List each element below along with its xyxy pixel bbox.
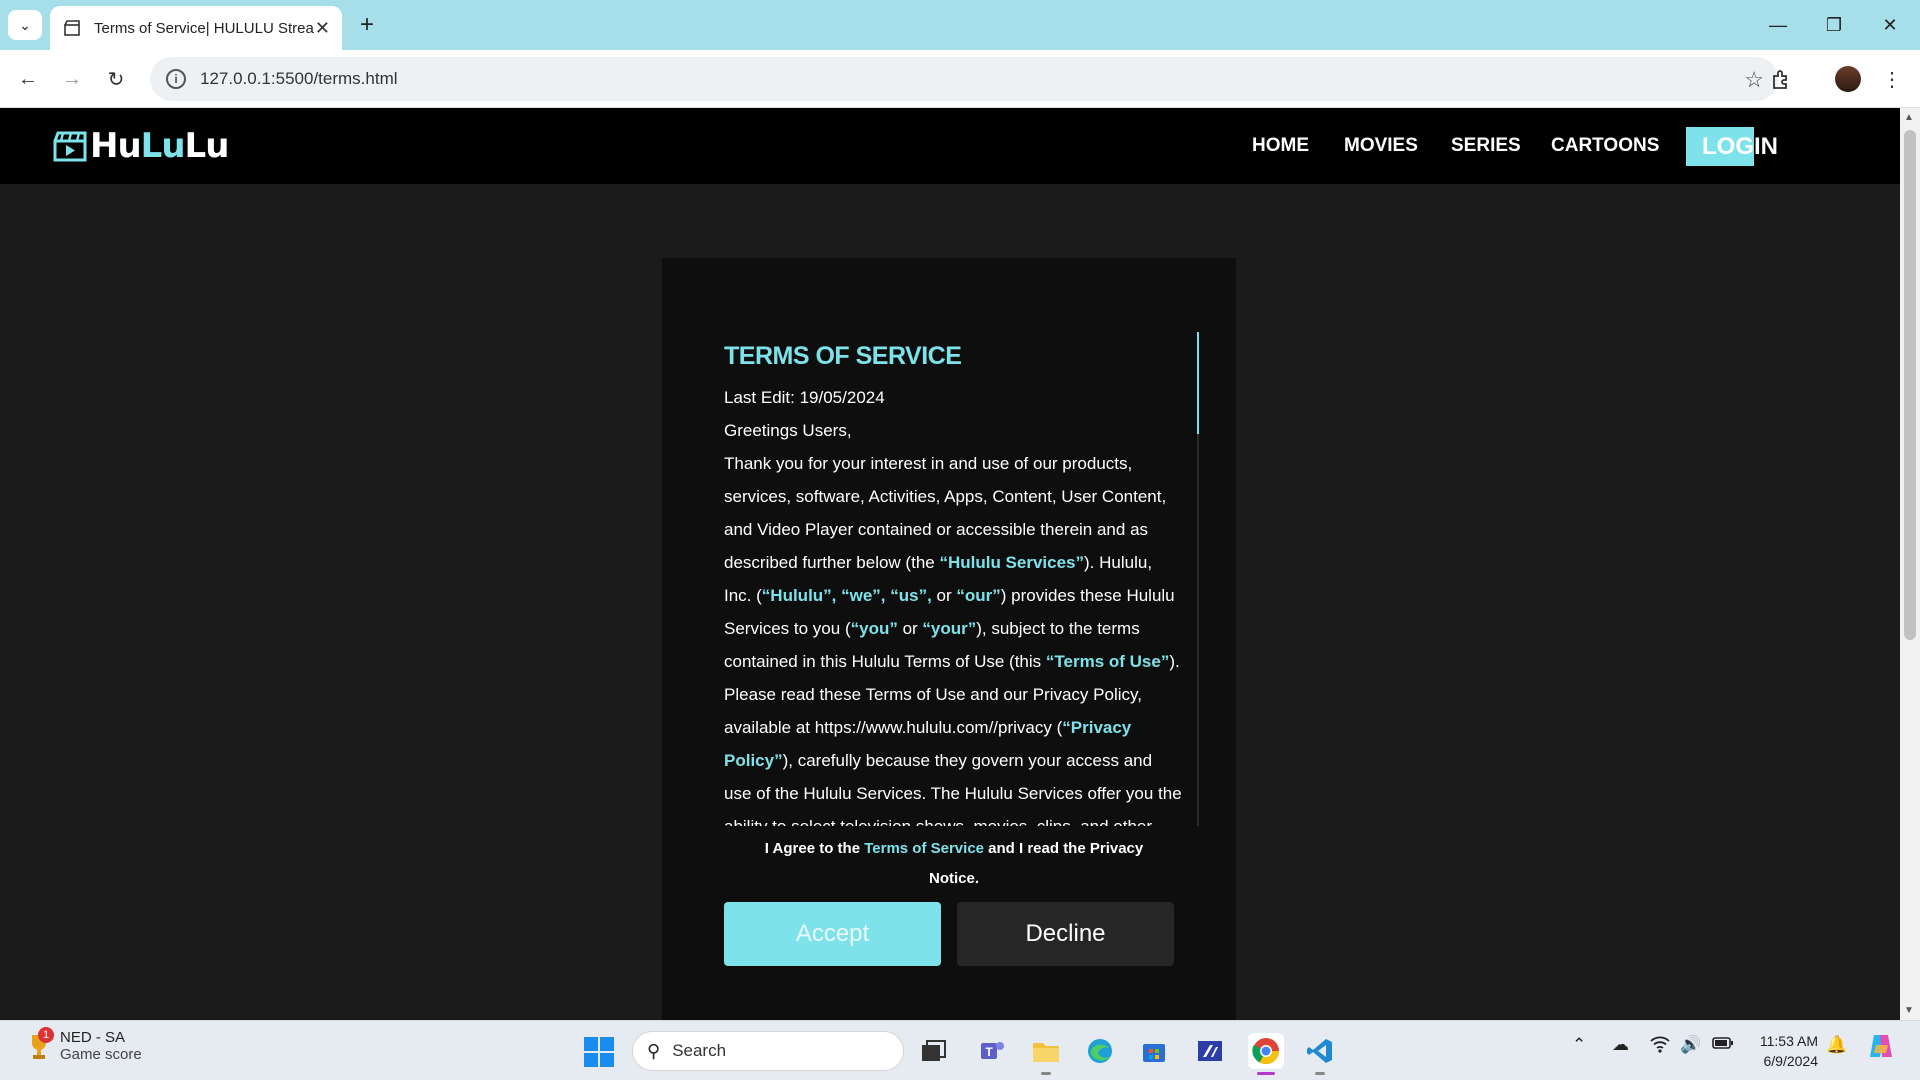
terms-body: Thank you for your interest in and use o… (724, 447, 1184, 826)
logo-text-hu: Hu (90, 126, 142, 166)
widget-title: NED - SA (60, 1029, 126, 1046)
close-tab-icon[interactable]: ✕ (315, 18, 330, 39)
logo-text-lu: Lu (140, 126, 186, 166)
agree-terms-link[interactable]: Terms of Service (864, 840, 984, 857)
site-info-icon[interactable]: i (166, 69, 186, 89)
last-edit: Last Edit: 19/05/2024 (724, 388, 885, 407)
nav-home[interactable]: HOME (1252, 108, 1309, 184)
address-bar[interactable]: i 127.0.0.1:5500/terms.html ☆ (150, 57, 1778, 101)
profile-avatar[interactable] (1832, 63, 1864, 95)
nav-movies[interactable]: MOVIES (1344, 108, 1418, 184)
login-button[interactable]: LOGIN (1686, 127, 1794, 166)
site-header: Hu Lu Lu HOME MOVIES SERIES CARTOONS LOGIN (0, 108, 1900, 184)
copilot-icon[interactable] (1866, 1031, 1896, 1066)
url-text: 127.0.0.1:5500/terms.html (200, 69, 398, 88)
nav-series-link[interactable]: SERIES (1451, 135, 1521, 157)
sports-widget[interactable]: 1 NED - SA Game score (28, 1027, 142, 1063)
body-text: or (931, 586, 957, 605)
reload-icon[interactable]: ↻ (100, 63, 132, 95)
back-icon[interactable]: ← (12, 63, 44, 95)
editor-app-icon[interactable] (1192, 1033, 1228, 1069)
body-highlight: “you” (850, 619, 898, 638)
widget-badge: 1 (38, 1027, 54, 1043)
trophy-icon: 1 (28, 1027, 54, 1061)
new-tab-button[interactable]: + (352, 10, 382, 40)
bookmark-star-icon[interactable]: ☆ (1744, 67, 1764, 93)
running-indicator (1041, 1072, 1051, 1075)
clock-time: 11:53 AM (1759, 1033, 1818, 1049)
body-highlight: “your” (922, 619, 977, 638)
page-scroll-thumb[interactable] (1904, 130, 1916, 640)
body-text: ), carefully because they govern your ac… (724, 751, 1182, 826)
vscode-icon[interactable] (1302, 1033, 1338, 1075)
tab-search-button[interactable]: ⌄ (8, 10, 42, 40)
clapperboard-logo-icon (53, 131, 87, 162)
decline-button[interactable]: Decline (957, 902, 1174, 966)
site-logo[interactable]: Hu Lu Lu (52, 126, 230, 166)
web-page: Hu Lu Lu HOME MOVIES SERIES CARTOONS LOGIN… (0, 108, 1900, 1020)
taskbar-search-placeholder: Search (672, 1041, 727, 1060)
login-label: LOGIN (1702, 132, 1778, 160)
forward-icon[interactable]: → (56, 63, 88, 95)
terms-title: TERMS OF SERVICE (724, 342, 962, 370)
tab-title: Terms of Service| HULULU Strea (94, 19, 314, 37)
browser-tabstrip: ⌄ Terms of Service| HULULU Strea ✕ + — ❐… (0, 0, 1920, 50)
nav-series[interactable]: SERIES (1451, 108, 1521, 184)
body-highlight: “Terms of Use” (1045, 652, 1170, 671)
browser-toolbar: ← → ↻ i 127.0.0.1:5500/terms.html ☆ ⋮ (0, 50, 1920, 108)
task-view-icon[interactable] (916, 1033, 952, 1069)
widget-subtitle: Game score (60, 1046, 142, 1063)
store-icon[interactable] (1136, 1033, 1172, 1069)
browser-tab[interactable]: Terms of Service| HULULU Strea ✕ (50, 6, 342, 50)
nav-cartoons[interactable]: CARTOONS (1551, 108, 1659, 184)
agree-statement: I Agree to the Terms of Service and I re… (752, 834, 1156, 894)
body-text: or (897, 619, 923, 638)
notifications-icon[interactable]: 🔔 (1826, 1035, 1847, 1055)
close-window-icon[interactable]: ✕ (1862, 0, 1918, 50)
wifi-icon[interactable] (1650, 1035, 1670, 1058)
onedrive-cloud-icon[interactable]: ☁ (1612, 1035, 1629, 1055)
file-explorer-icon[interactable] (1028, 1033, 1064, 1075)
taskbar-search[interactable]: ⚲ Search (632, 1031, 904, 1071)
nav-cartoons-link[interactable]: CARTOONS (1551, 135, 1659, 157)
nav-movies-link[interactable]: MOVIES (1344, 135, 1418, 157)
accept-button[interactable]: Accept (724, 902, 941, 966)
page-scrollbar[interactable]: ▲ ▼ (1900, 108, 1920, 1020)
clapperboard-favicon-icon (62, 18, 82, 38)
extensions-icon[interactable] (1765, 63, 1797, 95)
menu-kebab-icon[interactable]: ⋮ (1876, 63, 1908, 95)
windows-start-icon[interactable] (584, 1037, 614, 1067)
logo-text-lu-2: Lu (184, 126, 230, 166)
terms-scroll-thumb[interactable] (1197, 332, 1199, 434)
minimize-icon[interactable]: — (1750, 0, 1806, 50)
windows-taskbar: 1 NED - SA Game score ⚲ Search T ⌃ ☁ 🔊 1… (0, 1020, 1920, 1080)
chrome-icon[interactable] (1248, 1033, 1284, 1075)
show-hidden-icons-icon[interactable]: ⌃ (1572, 1035, 1586, 1055)
search-icon: ⚲ (647, 1040, 661, 1061)
edge-icon[interactable] (1082, 1033, 1118, 1069)
terms-card: TERMS OF SERVICE Last Edit: 19/05/2024 G… (662, 258, 1236, 1020)
restore-icon[interactable]: ❐ (1806, 0, 1862, 50)
volume-icon[interactable]: 🔊 (1680, 1035, 1701, 1055)
nav-home-link[interactable]: HOME (1252, 135, 1309, 157)
terms-scroll-indicator[interactable] (1197, 332, 1199, 826)
battery-icon[interactable] (1712, 1035, 1734, 1055)
scroll-up-arrow-icon[interactable]: ▲ (1904, 112, 1914, 123)
greeting: Greetings Users, (724, 421, 852, 440)
body-highlight: “Hululu Services” (939, 553, 1085, 572)
terms-scroll-area[interactable]: TERMS OF SERVICE Last Edit: 19/05/2024 G… (724, 332, 1184, 826)
svg-text:T: T (985, 1045, 993, 1059)
agree-text: I Agree to the (764, 840, 865, 857)
chevron-down-icon: ⌄ (19, 16, 31, 33)
body-highlight: “our” (956, 586, 1001, 605)
clock-date: 6/9/2024 (1763, 1053, 1819, 1069)
system-clock[interactable]: 11:53 AM 6/9/2024 (1748, 1031, 1818, 1071)
active-app-indicator (1257, 1072, 1275, 1075)
scroll-down-arrow-icon[interactable]: ▼ (1904, 1005, 1914, 1016)
teams-icon[interactable]: T (974, 1033, 1010, 1069)
running-indicator (1315, 1072, 1325, 1075)
body-highlight: “Hululu”, “we”, “us”, (761, 586, 932, 605)
